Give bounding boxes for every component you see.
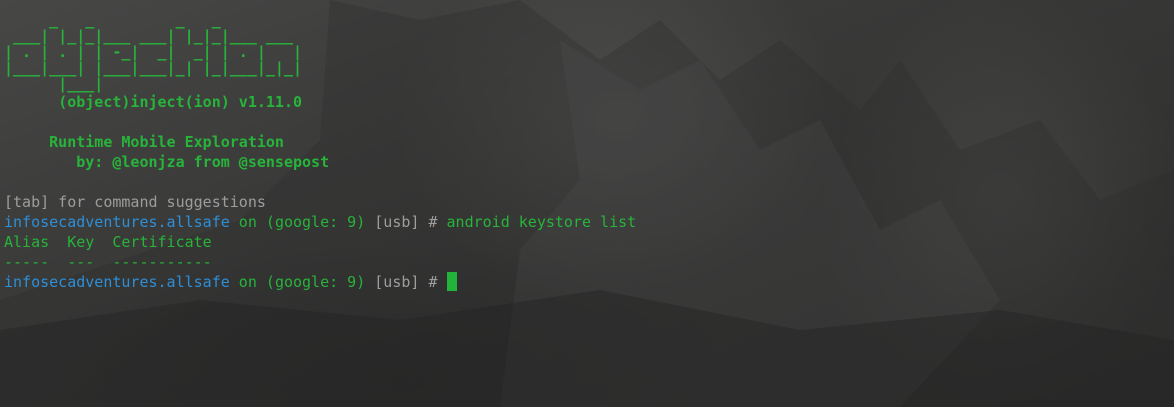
version-text: (object)inject(ion) v1.11.0: [58, 93, 303, 111]
prompt-on: on: [229, 213, 266, 231]
keystore-table-header: Alias Key Certificate: [4, 233, 212, 251]
prompt-paren-close: ): [356, 213, 366, 231]
history-prompt-line: infosecadventures.allsafe on (google: 9)…: [4, 212, 1174, 232]
tagline-text: Runtime Mobile Exploration: [49, 133, 284, 151]
prompt-paren-open: (: [265, 273, 275, 291]
objection-ascii-logo: _ _ _ _ ___| |_|_|___ ___| |_|_|___ ___ …: [4, 11, 303, 93]
hint-line: [tab] for command suggestions: [4, 193, 266, 211]
prompt-paren-close: ): [356, 273, 366, 291]
prompt-device: google: 9: [274, 213, 357, 231]
prompt-app: infosecadventures.allsafe: [4, 213, 230, 231]
prompt-paren-open: (: [265, 213, 275, 231]
terminal-output: _ _ _ _ ___| |_|_|___ ___| |_|_|___ ___ …: [4, 12, 1174, 292]
entered-command: android keystore list: [446, 213, 637, 231]
tagline: Runtime Mobile Exploration: [4, 132, 1174, 152]
text-cursor[interactable]: [446, 272, 457, 291]
active-prompt-line[interactable]: infosecadventures.allsafe on (google: 9)…: [4, 272, 1174, 292]
version-line: (object)inject(ion) v1.11.0: [4, 92, 1174, 112]
prompt-symbol: #: [428, 273, 447, 291]
keystore-table-separator: ----- --- -----------: [4, 253, 212, 271]
prompt-symbol: #: [428, 213, 447, 231]
prompt-transport: [usb]: [365, 273, 429, 291]
prompt-transport: [usb]: [365, 213, 429, 231]
prompt-on: on: [229, 273, 266, 291]
prompt-app: infosecadventures.allsafe: [4, 273, 230, 291]
byline-text: by: @leonjza from @sensepost: [76, 153, 330, 171]
terminal-window[interactable]: _ _ _ _ ___| |_|_|___ ___| |_|_|___ ___ …: [0, 0, 1174, 407]
byline: by: @leonjza from @sensepost: [4, 152, 1174, 172]
prompt-device: google: 9: [274, 273, 357, 291]
